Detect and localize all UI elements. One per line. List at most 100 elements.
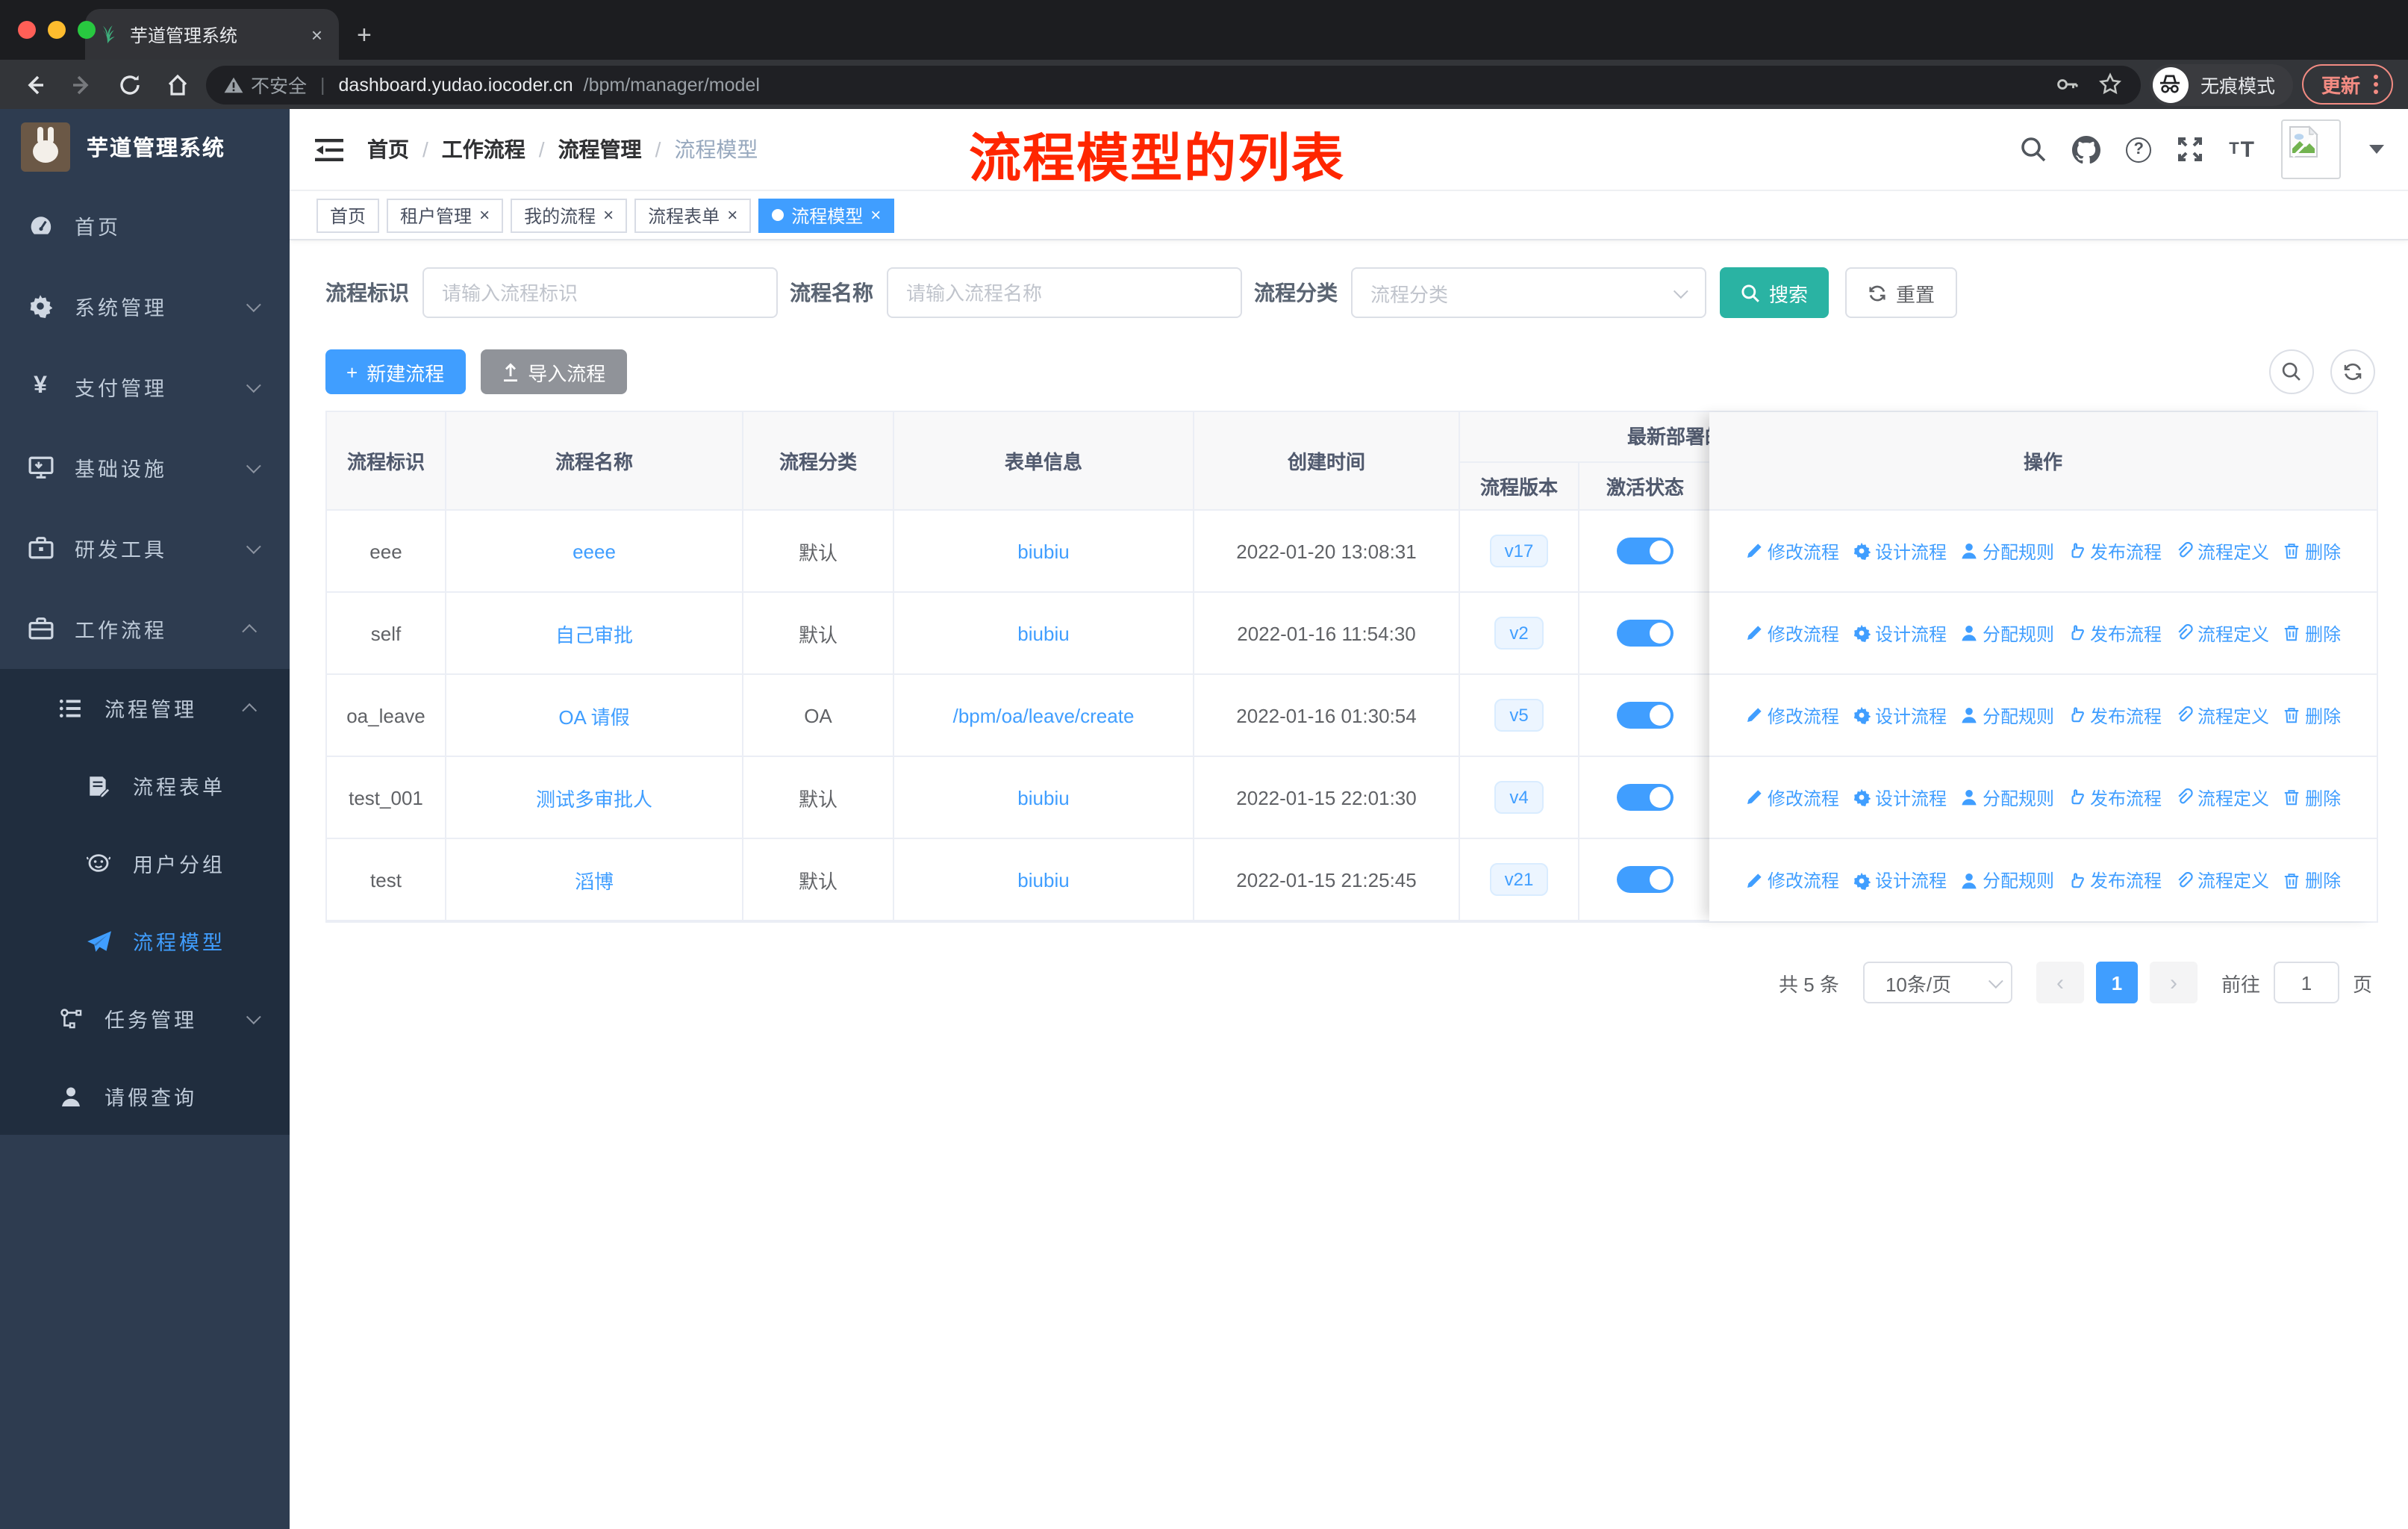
- sidebar-item-infra[interactable]: 基础设施: [0, 427, 290, 508]
- publish-flow-link[interactable]: 发布流程: [2068, 620, 2162, 646]
- active-toggle[interactable]: [1617, 620, 1674, 647]
- close-icon[interactable]: ×: [870, 206, 881, 224]
- modify-flow-link[interactable]: 修改流程: [1745, 785, 1839, 810]
- browser-tab[interactable]: 芋道管理系统 ×: [85, 9, 339, 60]
- sidebar-item-process-manage[interactable]: 流程管理: [0, 669, 290, 747]
- sidebar-item-home[interactable]: 首页: [0, 185, 290, 266]
- active-toggle[interactable]: [1617, 702, 1674, 729]
- close-icon[interactable]: ×: [727, 206, 737, 224]
- browser-menu-update[interactable]: 更新: [2301, 64, 2393, 105]
- reload-icon[interactable]: [110, 65, 149, 104]
- new-tab-button[interactable]: +: [357, 21, 372, 51]
- tag-home[interactable]: 首页: [316, 198, 380, 232]
- tag-tenant[interactable]: 租户管理 ×: [387, 198, 504, 232]
- tag-process-model[interactable]: 流程模型 ×: [758, 198, 895, 232]
- publish-flow-link[interactable]: 发布流程: [2068, 868, 2162, 893]
- forward-icon[interactable]: [63, 65, 102, 104]
- delete-link[interactable]: 删除: [2283, 868, 2341, 893]
- close-icon[interactable]: ×: [603, 206, 614, 224]
- assign-rule-link[interactable]: 分配规则: [1960, 538, 2054, 564]
- version-badge[interactable]: v5: [1494, 699, 1544, 732]
- form-link[interactable]: biubiu: [1017, 540, 1069, 562]
- delete-link[interactable]: 删除: [2283, 620, 2341, 646]
- breadcrumb-workflow[interactable]: 工作流程: [442, 134, 525, 164]
- current-page-button[interactable]: 1: [2095, 962, 2138, 1003]
- form-link[interactable]: biubiu: [1017, 622, 1069, 644]
- design-flow-link[interactable]: 设计流程: [1852, 620, 1947, 646]
- assign-rule-link[interactable]: 分配规则: [1960, 785, 2054, 810]
- process-name-link[interactable]: 测试多审批人: [536, 783, 652, 812]
- active-toggle[interactable]: [1617, 538, 1674, 564]
- breadcrumb-home[interactable]: 首页: [367, 134, 409, 164]
- publish-flow-link[interactable]: 发布流程: [2068, 538, 2162, 564]
- tab-close-icon[interactable]: ×: [307, 23, 327, 46]
- page-size-select[interactable]: 10条/页: [1862, 962, 2012, 1003]
- home-icon[interactable]: [158, 65, 197, 104]
- zoom-window-button[interactable]: [78, 21, 96, 39]
- avatar[interactable]: [2281, 119, 2341, 179]
- close-window-button[interactable]: [18, 21, 36, 39]
- process-key-input[interactable]: [422, 267, 778, 318]
- breadcrumb-process-manage[interactable]: 流程管理: [558, 134, 642, 164]
- modify-flow-link[interactable]: 修改流程: [1745, 538, 1839, 564]
- github-icon[interactable]: [2072, 135, 2101, 164]
- import-process-button[interactable]: 导入流程: [480, 349, 627, 394]
- delete-link[interactable]: 删除: [2283, 785, 2341, 810]
- process-name-link[interactable]: 滔博: [575, 865, 614, 894]
- sidebar-item-task-manage[interactable]: 任务管理: [0, 980, 290, 1057]
- assign-rule-link[interactable]: 分配规则: [1960, 703, 2054, 728]
- design-flow-link[interactable]: 设计流程: [1852, 868, 1947, 893]
- version-badge[interactable]: v21: [1489, 863, 1549, 896]
- security-status[interactable]: 不安全: [224, 70, 307, 99]
- version-badge[interactable]: v17: [1489, 535, 1549, 567]
- assign-rule-link[interactable]: 分配规则: [1960, 868, 2054, 893]
- version-badge[interactable]: v4: [1494, 781, 1544, 814]
- sidebar-item-process-model[interactable]: 流程模型: [0, 902, 290, 980]
- sidebar-item-user-group[interactable]: 用户分组: [0, 824, 290, 902]
- modify-flow-link[interactable]: 修改流程: [1745, 868, 1839, 893]
- form-link[interactable]: biubiu: [1017, 786, 1069, 809]
- sidebar-collapse-icon[interactable]: [315, 137, 343, 162]
- delete-link[interactable]: 删除: [2283, 538, 2341, 564]
- header-search-icon[interactable]: [2020, 136, 2047, 163]
- create-process-button[interactable]: + 新建流程: [325, 349, 466, 394]
- modify-flow-link[interactable]: 修改流程: [1745, 703, 1839, 728]
- show-search-toggle-icon[interactable]: [2269, 349, 2314, 394]
- avatar-caret-icon[interactable]: [2369, 145, 2384, 154]
- sidebar-item-devtools[interactable]: 研发工具: [0, 508, 290, 588]
- process-name-link[interactable]: OA 请假: [558, 701, 629, 729]
- sidebar-item-leave-query[interactable]: 请假查询: [0, 1057, 290, 1135]
- bookmark-star-icon[interactable]: [2097, 72, 2123, 97]
- delete-link[interactable]: 删除: [2283, 703, 2341, 728]
- flow-definition-link[interactable]: 流程定义: [2175, 785, 2269, 810]
- flow-definition-link[interactable]: 流程定义: [2175, 703, 2269, 728]
- close-icon[interactable]: ×: [479, 206, 490, 224]
- more-menu-icon[interactable]: [2374, 75, 2378, 94]
- fullscreen-icon[interactable]: [2177, 136, 2203, 163]
- version-badge[interactable]: v2: [1494, 617, 1544, 650]
- process-name-link[interactable]: 自己审批: [555, 619, 633, 647]
- process-name-link[interactable]: eeee: [573, 540, 616, 562]
- reset-button[interactable]: 重置: [1845, 267, 1958, 318]
- search-button[interactable]: 搜索: [1720, 267, 1830, 318]
- process-category-select[interactable]: 流程分类: [1351, 267, 1706, 318]
- minimize-window-button[interactable]: [48, 21, 66, 39]
- flow-definition-link[interactable]: 流程定义: [2175, 620, 2269, 646]
- tag-my-process[interactable]: 我的流程 ×: [511, 198, 628, 232]
- design-flow-link[interactable]: 设计流程: [1852, 703, 1947, 728]
- publish-flow-link[interactable]: 发布流程: [2068, 785, 2162, 810]
- form-link[interactable]: biubiu: [1017, 868, 1069, 891]
- design-flow-link[interactable]: 设计流程: [1852, 785, 1947, 810]
- modify-flow-link[interactable]: 修改流程: [1745, 620, 1839, 646]
- design-flow-link[interactable]: 设计流程: [1852, 538, 1947, 564]
- process-name-input[interactable]: [887, 267, 1242, 318]
- back-icon[interactable]: [15, 65, 54, 104]
- flow-definition-link[interactable]: 流程定义: [2175, 868, 2269, 893]
- active-toggle[interactable]: [1617, 784, 1674, 811]
- next-page-button[interactable]: ›: [2149, 962, 2198, 1003]
- sidebar-item-system[interactable]: 系统管理: [0, 266, 290, 346]
- help-icon[interactable]: ?: [2126, 137, 2152, 162]
- form-link[interactable]: /bpm/oa/leave/create: [953, 704, 1135, 726]
- sidebar-item-process-form[interactable]: 流程表单: [0, 747, 290, 824]
- publish-flow-link[interactable]: 发布流程: [2068, 703, 2162, 728]
